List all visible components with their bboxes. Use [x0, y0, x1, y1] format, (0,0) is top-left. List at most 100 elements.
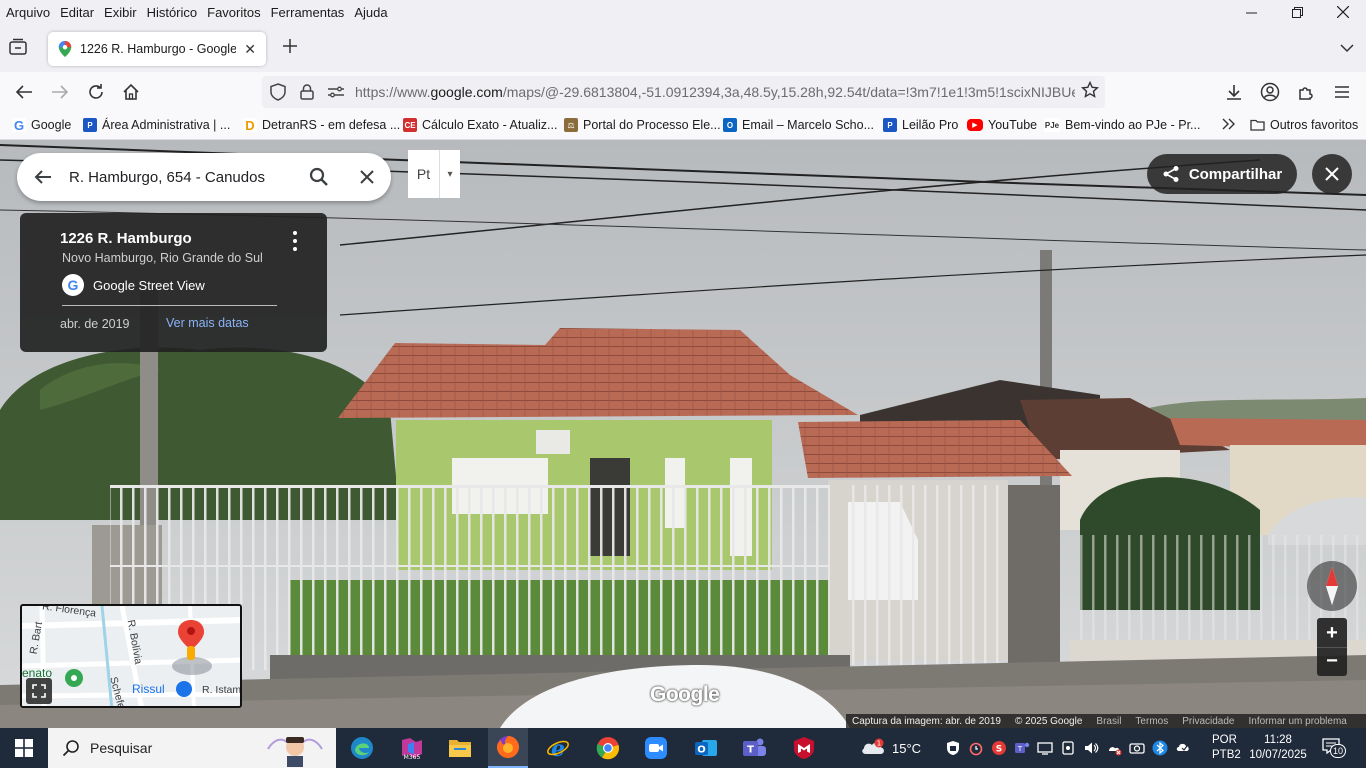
expand-map-button[interactable]	[26, 678, 52, 704]
shield-icon[interactable]	[265, 79, 291, 105]
search-button[interactable]	[295, 167, 343, 187]
menu-arquivo[interactable]: Arquivo	[6, 5, 57, 20]
new-tab-button[interactable]	[280, 38, 300, 58]
taskbar-search[interactable]: Pesquisar	[48, 728, 336, 768]
capture-date: abr. de 2019	[60, 317, 130, 331]
close-icon	[1325, 167, 1339, 181]
tray-display-icon[interactable]	[1036, 740, 1053, 757]
forward-button[interactable]	[48, 80, 72, 104]
taskbar-m365[interactable]: M365	[392, 732, 432, 764]
bookmark-email[interactable]: O Email – Marcelo Scho...	[723, 118, 874, 132]
maps-search-box[interactable]: R. Hamburgo, 654 - Canudos	[17, 153, 391, 201]
map-label: Rissul	[132, 682, 165, 696]
tab-strip: 1226 R. Hamburgo - Google Maps ✕	[0, 24, 1366, 72]
zoom-controls: + −	[1317, 618, 1347, 676]
close-street-view-button[interactable]	[1312, 154, 1352, 194]
copyright: © 2025 Google	[1014, 715, 1083, 727]
bookmarks-overflow-button[interactable]	[1222, 118, 1236, 130]
back-to-map-button[interactable]	[17, 169, 69, 185]
menu-favoritos[interactable]: Favoritos	[207, 5, 267, 20]
notification-center-button[interactable]: 10	[1322, 738, 1346, 758]
tray-volume-icon[interactable]	[1082, 740, 1099, 757]
minimize-button[interactable]	[1228, 0, 1274, 24]
country-link[interactable]: Brasil	[1096, 716, 1121, 727]
menu-historico[interactable]: Histórico	[147, 5, 205, 20]
taskbar-edge[interactable]	[342, 732, 382, 764]
compass-button[interactable]	[1307, 561, 1357, 611]
zoom-out-button[interactable]: −	[1317, 647, 1347, 675]
tab-google-maps[interactable]: 1226 R. Hamburgo - Google Maps ✕	[48, 32, 266, 66]
taskbar-outlook[interactable]: O	[686, 732, 726, 764]
list-all-tabs-button[interactable]	[1340, 40, 1354, 56]
menu-editar[interactable]: Editar	[60, 5, 101, 20]
start-button[interactable]	[0, 728, 48, 768]
tray-network-security-icon[interactable]	[944, 740, 961, 757]
search-query[interactable]: R. Hamburgo, 654 - Canudos	[69, 169, 295, 186]
m365-icon: M365	[402, 738, 422, 760]
bookmark-pje[interactable]: PJe Bem-vindo ao PJe - Pr...	[1044, 118, 1200, 132]
minimap[interactable]: R. Florença R. Bart R. Bolívia enato Sch…	[20, 604, 242, 708]
taskbar-zoom[interactable]	[636, 732, 676, 764]
menu-exibir[interactable]: Exibir	[104, 5, 144, 20]
bookmark-youtube[interactable]: ▶ YouTube	[967, 118, 1037, 132]
bookmark-star-button[interactable]	[1075, 80, 1105, 104]
bookmark-area-administrativa[interactable]: P Área Administrativa | ...	[83, 118, 230, 132]
system-clock[interactable]: 11:28 10/07/2025	[1248, 733, 1308, 763]
privacy-link[interactable]: Privacidade	[1182, 716, 1234, 727]
zoom-in-button[interactable]: +	[1317, 619, 1347, 647]
home-button[interactable]	[119, 80, 143, 104]
account-button[interactable]	[1258, 80, 1282, 104]
street-view-panorama[interactable]: R. Hamburgo, 654 - Canudos Pt ▾ Comparti…	[0, 140, 1366, 728]
address-bar[interactable]: https://www.google.com/maps/@-29.6813804…	[262, 76, 1105, 108]
tray-teams-icon[interactable]: T	[1013, 740, 1030, 757]
taskbar-firefox[interactable]	[488, 728, 528, 768]
tray-bluetooth-icon[interactable]	[1151, 740, 1168, 757]
taskbar-internet-explorer[interactable]: e	[538, 732, 578, 764]
permissions-icon[interactable]	[323, 79, 349, 105]
tray-device-icon[interactable]	[1059, 740, 1076, 757]
menu-ajuda[interactable]: Ajuda	[354, 5, 394, 20]
taskbar-teams[interactable]: T	[734, 732, 774, 764]
bookmark-leilao-pro[interactable]: P Leilão Pro	[883, 118, 958, 132]
menu-bar: Arquivo Editar Exibir Histórico Favorito…	[0, 0, 1366, 24]
clear-search-button[interactable]	[343, 169, 391, 185]
input-language-indicator[interactable]: POR PTB2	[1212, 733, 1241, 763]
tray-s-icon[interactable]: S	[990, 740, 1007, 757]
see-more-dates-link[interactable]: Ver mais datas	[166, 316, 249, 330]
tray-alarm-icon[interactable]	[967, 740, 984, 757]
bookmark-detranrs[interactable]: D DetranRS - em defesa ...	[243, 118, 400, 133]
close-window-button[interactable]	[1320, 0, 1366, 24]
tray-dropbox-icon[interactable]	[1174, 740, 1191, 757]
tab-list-button[interactable]	[8, 38, 30, 58]
tab-close-button[interactable]: ✕	[244, 41, 256, 58]
downloads-button[interactable]	[1222, 80, 1246, 104]
taskbar-mcafee[interactable]	[784, 732, 824, 764]
tray-network-icon[interactable]	[1105, 740, 1122, 757]
reload-button[interactable]	[84, 80, 108, 104]
app-menu-button[interactable]	[1330, 80, 1354, 104]
extensions-button[interactable]	[1294, 80, 1318, 104]
bookmark-outros-favoritos[interactable]: Outros favoritos	[1250, 118, 1358, 132]
tray-camera-icon[interactable]	[1128, 740, 1145, 757]
terms-link[interactable]: Termos	[1135, 716, 1168, 727]
weather-widget[interactable]: 1 15°C	[860, 728, 921, 768]
bookmark-label: Email – Marcelo Scho...	[742, 118, 874, 132]
bookmark-calculo-exato[interactable]: CE Cálculo Exato - Atualiz...	[403, 118, 557, 132]
restore-button[interactable]	[1274, 0, 1320, 24]
bookmark-portal-processo[interactable]: ⚖ Portal do Processo Ele...	[564, 118, 721, 132]
share-button[interactable]: Compartilhar	[1147, 154, 1297, 194]
minimize-icon	[1245, 12, 1257, 13]
more-options-button[interactable]	[290, 231, 300, 251]
taskbar-file-explorer[interactable]	[440, 732, 480, 764]
bookmark-google[interactable]: G Google	[12, 118, 71, 133]
input-tools-button[interactable]: Pt ▾	[408, 150, 460, 198]
clock-time: 11:28	[1264, 734, 1292, 746]
report-problem-link[interactable]: Informar um problema	[1248, 716, 1346, 727]
windows-logo-icon	[15, 739, 33, 757]
lock-icon[interactable]	[294, 79, 320, 105]
language-code: POR	[1212, 734, 1237, 746]
back-button[interactable]	[12, 80, 36, 104]
hamburger-menu-icon	[1335, 86, 1349, 98]
menu-ferramentas[interactable]: Ferramentas	[271, 5, 352, 20]
taskbar-chrome[interactable]	[588, 732, 628, 764]
